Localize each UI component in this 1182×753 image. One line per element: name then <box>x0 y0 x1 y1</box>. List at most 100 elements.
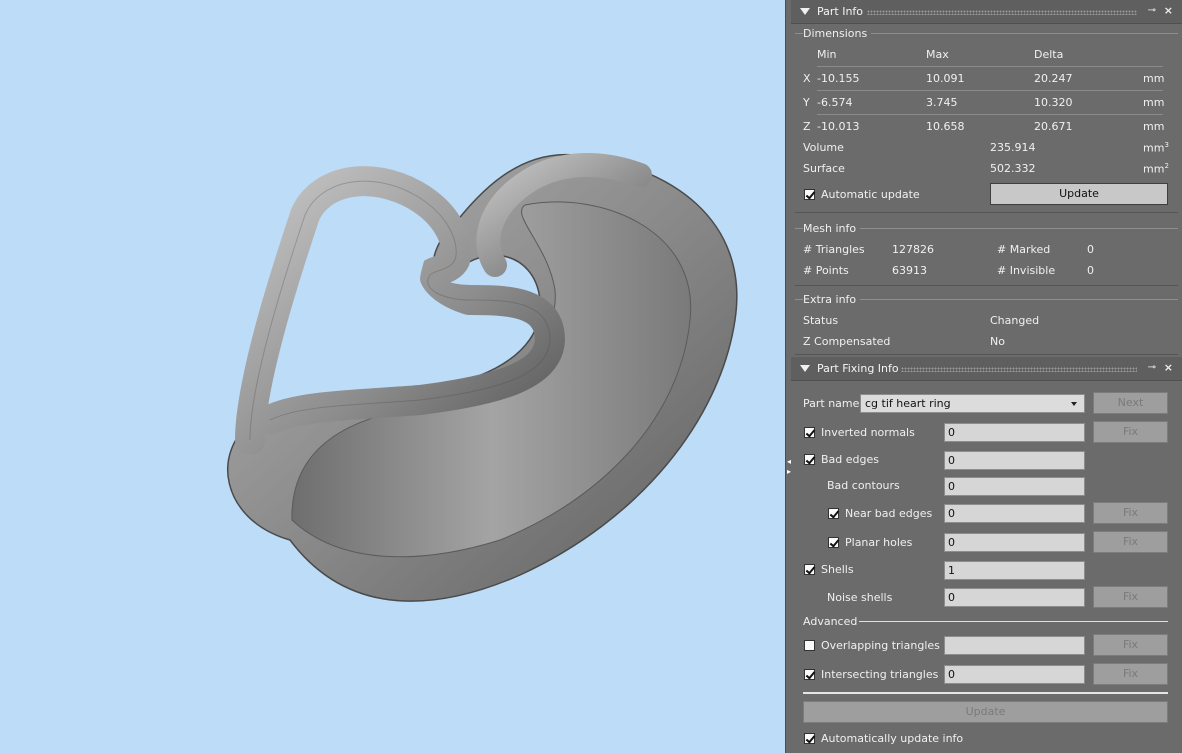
fix-intersecting-triangles-button[interactable]: Fix <box>1093 663 1168 685</box>
part-name-label: Part name <box>803 397 860 410</box>
near-bad-edges-label: Near bad edges <box>845 507 933 520</box>
y-unit: mm <box>1143 96 1165 109</box>
inverted-normals-label: Inverted normals <box>821 426 915 439</box>
next-button[interactable]: Next <box>1093 392 1168 414</box>
bad-edges-field[interactable]: 0 <box>944 451 1085 470</box>
part-name-value: cg tif heart ring <box>865 397 951 410</box>
advanced-label: Advanced <box>803 615 858 628</box>
triangles-value: 127826 <box>892 243 934 256</box>
update-info-button[interactable]: Update <box>803 701 1168 723</box>
near-bad-edges-checkbox[interactable] <box>828 508 839 519</box>
x-min: -10.155 <box>817 72 860 85</box>
right-panel: Part Info ⊸ × Dimensions Min Max Delta X… <box>791 0 1182 753</box>
fix-near-bad-edges-button[interactable]: Fix <box>1093 502 1168 524</box>
inverted-normals-field[interactable]: 0 <box>944 423 1085 442</box>
z-max: 10.658 <box>926 120 965 133</box>
planar-holes-checkbox[interactable] <box>828 537 839 548</box>
fix-overlapping-triangles-button[interactable]: Fix <box>1093 634 1168 656</box>
heart-ring-model[interactable] <box>0 0 785 753</box>
z-min: -10.013 <box>817 120 860 133</box>
volume-label: Volume <box>803 141 844 154</box>
noise-shells-field[interactable]: 0 <box>944 588 1085 607</box>
fix-planar-holes-button[interactable]: Fix <box>1093 531 1168 553</box>
fix-noise-shells-button[interactable]: Fix <box>1093 586 1168 608</box>
status-label: Status <box>803 314 839 327</box>
surface-value: 502.332 <box>990 162 1036 175</box>
part-fixing-header[interactable]: Part Fixing Info ⊸ × <box>791 357 1182 381</box>
part-info-header[interactable]: Part Info ⊸ × <box>791 0 1182 24</box>
overlapping-triangles-checkbox[interactable] <box>804 640 815 651</box>
shells-field[interactable]: 1 <box>944 561 1085 580</box>
divider <box>817 114 1163 115</box>
z-compensated-value: No <box>990 335 1005 348</box>
x-axis-label: X <box>803 72 811 85</box>
volume-value: 235.914 <box>990 141 1036 154</box>
min-header: Min <box>817 48 837 61</box>
mesh-info-title: Mesh info <box>803 222 861 235</box>
divider <box>803 692 1168 694</box>
automatic-update-checkbox[interactable] <box>804 189 815 200</box>
marked-value: 0 <box>1087 243 1094 256</box>
points-label: # Points <box>803 264 849 277</box>
noise-shells-label: Noise shells <box>827 591 893 604</box>
bad-contours-field[interactable]: 0 <box>944 477 1085 496</box>
y-axis-label: Y <box>803 96 810 109</box>
part-name-select[interactable]: cg tif heart ring <box>860 394 1085 413</box>
intersecting-triangles-checkbox[interactable] <box>804 669 815 680</box>
max-header: Max <box>926 48 949 61</box>
collapse-triangle-icon[interactable] <box>800 8 810 15</box>
3d-viewport[interactable] <box>0 0 785 753</box>
dimensions-title: Dimensions <box>803 27 872 40</box>
surface-unit: mm2 <box>1143 162 1169 176</box>
dropdown-arrow-icon[interactable] <box>1071 402 1077 406</box>
drag-grip[interactable] <box>901 367 1137 372</box>
advanced-divider <box>859 621 1168 622</box>
divider <box>817 66 1163 67</box>
near-bad-edges-field[interactable]: 0 <box>944 504 1085 523</box>
z-compensated-label: Z Compensated <box>803 335 891 348</box>
pin-icon[interactable]: ⊸ <box>1148 5 1156 16</box>
y-max: 3.745 <box>926 96 958 109</box>
automatic-update-label: Automatic update <box>821 188 920 201</box>
overlapping-triangles-label: Overlapping triangles <box>821 639 940 652</box>
triangles-label: # Triangles <box>803 243 865 256</box>
volume-unit: mm3 <box>1143 141 1169 155</box>
drag-grip[interactable] <box>867 10 1137 15</box>
fix-inverted-normals-button[interactable]: Fix <box>1093 421 1168 443</box>
auto-update-info-checkbox[interactable] <box>804 733 815 744</box>
invisible-label: # Invisible <box>997 264 1056 277</box>
surface-label: Surface <box>803 162 845 175</box>
z-delta: 20.671 <box>1034 120 1073 133</box>
shells-checkbox[interactable] <box>804 564 815 575</box>
invisible-value: 0 <box>1087 264 1094 277</box>
overlapping-triangles-field[interactable] <box>944 636 1085 655</box>
collapse-triangle-icon[interactable] <box>800 365 810 372</box>
auto-update-info-label: Automatically update info <box>821 732 964 745</box>
close-icon[interactable]: × <box>1164 4 1173 17</box>
points-value: 63913 <box>892 264 927 277</box>
delta-header: Delta <box>1034 48 1064 61</box>
bad-edges-checkbox[interactable] <box>804 454 815 465</box>
status-value: Changed <box>990 314 1040 327</box>
pin-icon[interactable]: ⊸ <box>1148 362 1156 373</box>
planar-holes-label: Planar holes <box>845 536 913 549</box>
x-delta: 20.247 <box>1034 72 1073 85</box>
planar-holes-field[interactable]: 0 <box>944 533 1085 552</box>
inverted-normals-checkbox[interactable] <box>804 427 815 438</box>
extra-info-title: Extra info <box>803 293 861 306</box>
close-icon[interactable]: × <box>1164 361 1173 374</box>
mesh-info-group: Mesh info <box>795 222 1178 286</box>
part-info-title: Part Info <box>817 5 864 18</box>
z-unit: mm <box>1143 120 1165 133</box>
z-axis-label: Z <box>803 120 811 133</box>
intersecting-triangles-field[interactable]: 0 <box>944 665 1085 684</box>
x-max: 10.091 <box>926 72 965 85</box>
part-fixing-title: Part Fixing Info <box>817 362 899 375</box>
marked-label: # Marked <box>997 243 1051 256</box>
update-button[interactable]: Update <box>990 183 1168 205</box>
bad-contours-label: Bad contours <box>827 479 900 492</box>
intersecting-triangles-label: Intersecting triangles <box>821 668 939 681</box>
divider <box>817 90 1163 91</box>
y-min: -6.574 <box>817 96 853 109</box>
y-delta: 10.320 <box>1034 96 1073 109</box>
